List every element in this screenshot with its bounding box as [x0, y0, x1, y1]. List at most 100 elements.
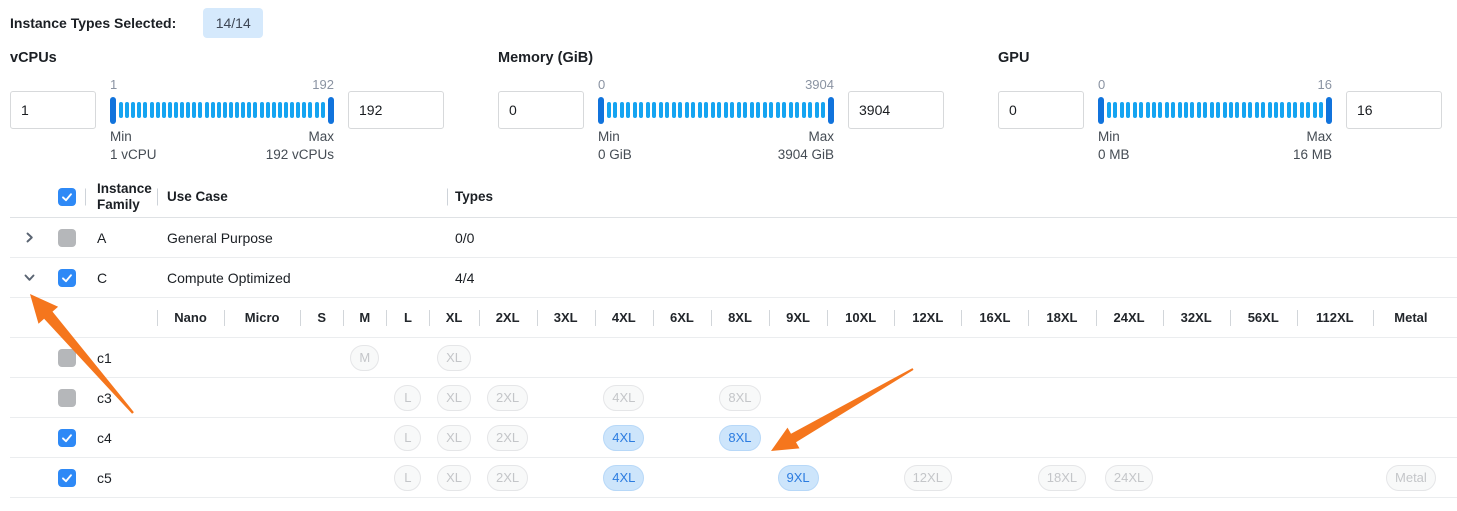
- size-badge[interactable]: 24XL: [1105, 465, 1153, 491]
- instance-row[interactable]: c5LXL2XL4XL9XL12XL18XL24XLMetal: [10, 458, 1457, 498]
- slider-tick: [241, 102, 245, 118]
- use-case-cell: Compute Optimized: [157, 270, 447, 286]
- size-grid: NanoMicroSMLXL2XL3XL4XL6XL8XL9XL10XL12XL…: [157, 298, 1449, 337]
- size-column: 2XL: [479, 458, 537, 497]
- slider-track[interactable]: [1098, 95, 1332, 125]
- slider-tick: [229, 102, 233, 118]
- size-column: [1230, 338, 1297, 377]
- row-checkbox[interactable]: [58, 269, 76, 287]
- slider-tick: [1178, 102, 1182, 118]
- checkbox-cell[interactable]: [48, 469, 85, 487]
- size-badge[interactable]: Metal: [1386, 465, 1436, 491]
- size-badge[interactable]: 9XL: [778, 465, 819, 491]
- slider-tick: [119, 102, 123, 118]
- slider-handle-right[interactable]: [1326, 97, 1332, 124]
- checkbox-cell[interactable]: [48, 229, 85, 247]
- size-column: [1028, 338, 1095, 377]
- family-group-row[interactable]: AGeneral Purpose0/0: [10, 218, 1457, 258]
- filter-group: vCPUs 1 192 Min1 vCPU Max1: [10, 50, 444, 164]
- family-group-row[interactable]: CCompute Optimized4/4: [10, 258, 1457, 298]
- size-badge[interactable]: XL: [437, 385, 471, 411]
- selected-count-label: Instance Types Selected:: [10, 15, 176, 31]
- size-badge[interactable]: 2XL: [487, 425, 528, 451]
- min-input[interactable]: [998, 91, 1084, 129]
- instance-row[interactable]: c1MXL: [10, 338, 1457, 378]
- size-column: 112XL: [1297, 298, 1373, 337]
- slider-track[interactable]: [598, 95, 834, 125]
- slider-handle-left[interactable]: [110, 97, 116, 124]
- size-badge[interactable]: 8XL: [719, 385, 760, 411]
- slider-tick: [789, 102, 793, 118]
- range-slider[interactable]: 0 16 Min0 MB Max16 MB: [1098, 77, 1332, 164]
- size-badge[interactable]: 2XL: [487, 465, 528, 491]
- size-badge[interactable]: L: [394, 385, 421, 411]
- size-badge[interactable]: L: [394, 465, 421, 491]
- size-badge[interactable]: 4XL: [603, 425, 644, 451]
- slider-max-caption: Max3904 GiB: [778, 128, 834, 164]
- size-column: M: [343, 298, 386, 337]
- size-column: XL: [429, 298, 478, 337]
- expander-cell[interactable]: [10, 270, 48, 285]
- min-input[interactable]: [10, 91, 96, 129]
- row-checkbox[interactable]: [58, 389, 76, 407]
- size-badge[interactable]: XL: [437, 425, 471, 451]
- slider-tick: [1146, 102, 1150, 118]
- range-slider[interactable]: 0 3904 Min0 GiB Max3904 GiB: [598, 77, 834, 164]
- size-column: [224, 378, 300, 417]
- slider-tick: [607, 102, 611, 118]
- slider-tick: [168, 102, 172, 118]
- slider-track[interactable]: [110, 95, 334, 125]
- family-name: A: [85, 230, 157, 246]
- size-badge[interactable]: XL: [437, 345, 471, 371]
- filter-group: GPU 0 16 Min0 MB Max16 MB: [998, 50, 1442, 164]
- size-badge[interactable]: 2XL: [487, 385, 528, 411]
- slider-tick: [1300, 102, 1304, 118]
- slider-tick: [308, 102, 312, 118]
- slider-tick: [815, 102, 819, 118]
- slider-tick: [247, 102, 251, 118]
- slider-handle-right[interactable]: [328, 97, 334, 124]
- max-input[interactable]: [348, 91, 444, 129]
- size-column: [300, 418, 343, 457]
- checkbox-cell[interactable]: [48, 269, 85, 287]
- slider-tick: [174, 102, 178, 118]
- checkbox-cell[interactable]: [48, 389, 85, 407]
- instance-row[interactable]: c3LXL2XL4XL8XL: [10, 378, 1457, 418]
- size-badge[interactable]: L: [394, 425, 421, 451]
- expander-cell[interactable]: [10, 230, 48, 245]
- select-all-checkbox[interactable]: [58, 188, 76, 206]
- collapse-chevron-icon[interactable]: [22, 270, 37, 285]
- instance-row[interactable]: c4LXL2XL4XL8XL: [10, 418, 1457, 458]
- max-input[interactable]: [848, 91, 944, 129]
- slider-tick: [192, 102, 196, 118]
- size-column: [595, 338, 653, 377]
- checkbox-cell[interactable]: [48, 429, 85, 447]
- min-input[interactable]: [498, 91, 584, 129]
- size-column: 32XL: [1163, 298, 1230, 337]
- max-input[interactable]: [1346, 91, 1442, 129]
- slider-handle-left[interactable]: [1098, 97, 1104, 124]
- size-badge[interactable]: 4XL: [603, 465, 644, 491]
- slider-tick: [1113, 102, 1117, 118]
- size-badge[interactable]: 18XL: [1038, 465, 1086, 491]
- size-column: [157, 338, 224, 377]
- range-slider[interactable]: 1 192 Min1 vCPU Max192 vCPUs: [110, 77, 334, 164]
- slider-tick: [260, 102, 264, 118]
- filter-title: GPU: [998, 50, 1442, 66]
- row-checkbox[interactable]: [58, 229, 76, 247]
- checkbox-cell[interactable]: [48, 349, 85, 367]
- size-column-header: 112XL: [1316, 310, 1354, 325]
- size-column: [1096, 378, 1163, 417]
- row-checkbox[interactable]: [58, 469, 76, 487]
- size-badge[interactable]: 4XL: [603, 385, 644, 411]
- slider-handle-right[interactable]: [828, 97, 834, 124]
- size-badge[interactable]: XL: [437, 465, 471, 491]
- size-badge[interactable]: 8XL: [719, 425, 760, 451]
- size-column: [1297, 338, 1373, 377]
- size-badge[interactable]: M: [350, 345, 379, 371]
- slider-handle-left[interactable]: [598, 97, 604, 124]
- expand-chevron-icon[interactable]: [22, 230, 37, 245]
- size-badge[interactable]: 12XL: [904, 465, 952, 491]
- row-checkbox[interactable]: [58, 429, 76, 447]
- row-checkbox[interactable]: [58, 349, 76, 367]
